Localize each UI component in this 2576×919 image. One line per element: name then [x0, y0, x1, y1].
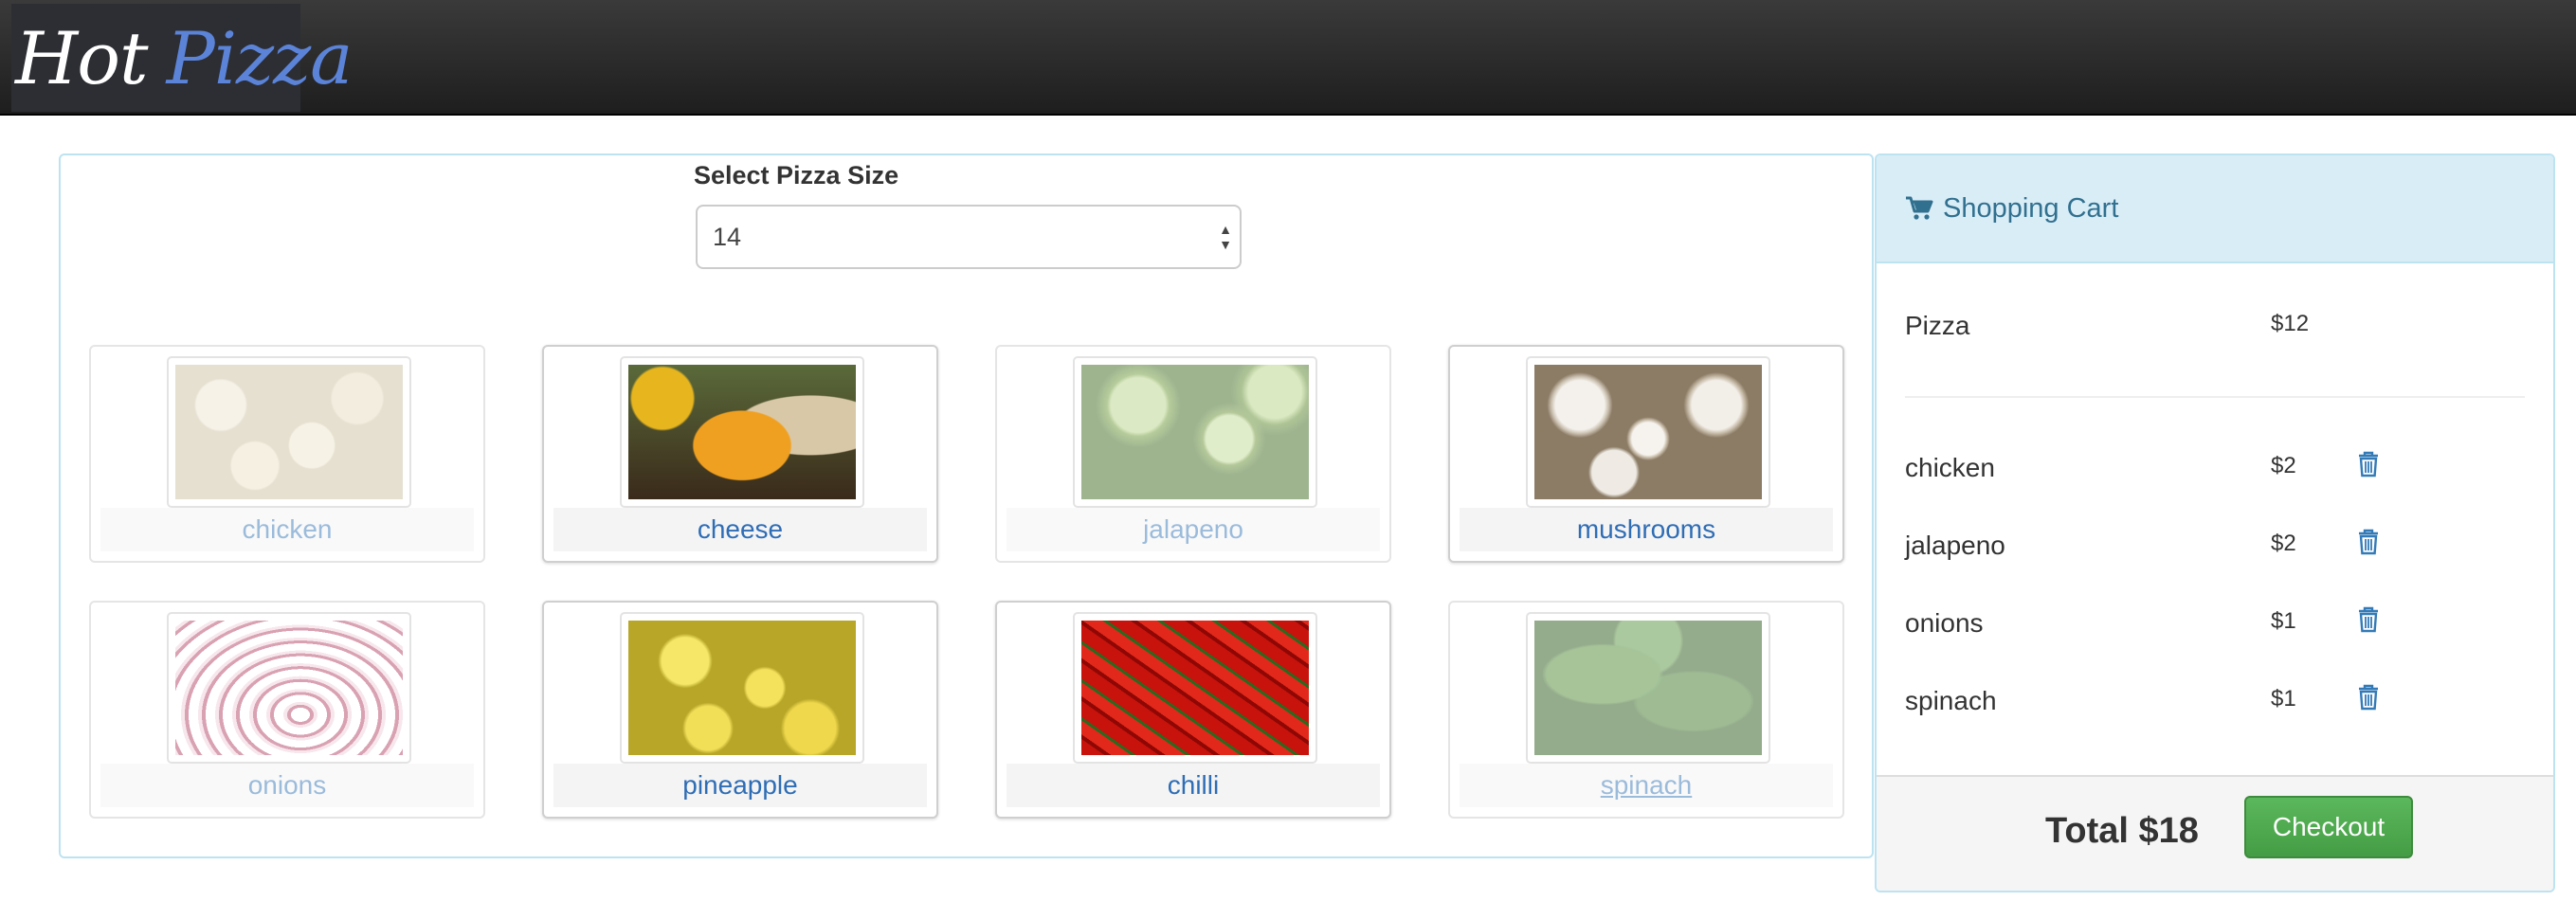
navbar: Hot Pizza	[0, 0, 2576, 116]
mushrooms-image	[1534, 365, 1762, 499]
cart-row-base: Pizza $12	[1905, 311, 2525, 349]
shopping-cart-panel: Shopping Cart Pizza $12 chicken $2 jalap…	[1875, 153, 2555, 892]
cart-header: Shopping Cart	[1877, 155, 2553, 263]
jalapeno-image	[1081, 365, 1309, 499]
cart-footer: Total $18 Checkout	[1877, 775, 2553, 891]
cart-title: Shopping Cart	[1943, 192, 2119, 224]
topping-thumbnail	[1526, 356, 1770, 508]
topping-tile-chicken[interactable]: chicken	[89, 345, 485, 563]
pizza-size-label: Select Pizza Size	[694, 161, 899, 189]
cart-item-price: $2	[2271, 453, 2296, 478]
brand-word-pizza: Pizza	[166, 15, 354, 100]
cart-item-price: $12	[2271, 311, 2310, 336]
chilli-image	[1081, 621, 1309, 755]
cart-item-price: $1	[2271, 686, 2296, 712]
topping-tile-pineapple[interactable]: pineapple	[542, 601, 938, 819]
pizza-size-value: 14	[713, 222, 742, 251]
topping-thumbnail	[620, 612, 864, 764]
pizza-builder-panel: Select Pizza Size 14 ▲ ▼ chicken cheese j…	[59, 153, 1874, 858]
topping-label: onions	[100, 764, 474, 807]
topping-thumbnail	[167, 356, 411, 508]
select-arrows-icon: ▲ ▼	[1219, 222, 1232, 252]
cart-total: Total $18	[2045, 811, 2199, 851]
cart-item-name: jalapeno	[1905, 531, 2005, 560]
topping-label: cheese	[553, 508, 927, 551]
topping-label: chilli	[1007, 764, 1380, 807]
topping-label: chicken	[100, 508, 474, 551]
pineapple-image	[628, 621, 856, 755]
topping-thumbnail	[1073, 356, 1317, 508]
cart-item-name: Pizza	[1905, 311, 1970, 340]
topping-label: mushrooms	[1460, 508, 1833, 551]
trash-icon[interactable]	[2358, 451, 2379, 478]
spinach-image	[1534, 621, 1762, 755]
cheese-image	[628, 365, 856, 499]
cart-item-name: chicken	[1905, 453, 1995, 482]
cart-row: spinach $1	[1905, 684, 2525, 724]
topping-label: spinach	[1460, 764, 1833, 807]
topping-thumbnail	[1526, 612, 1770, 764]
cart-row: onions $1	[1905, 606, 2525, 646]
topping-label: pineapple	[553, 764, 927, 807]
cart-item-name: onions	[1905, 608, 1984, 638]
onions-image	[175, 621, 403, 755]
cart-item-price: $2	[2271, 531, 2296, 556]
topping-tile-mushrooms[interactable]: mushrooms	[1448, 345, 1844, 563]
trash-icon[interactable]	[2358, 684, 2379, 711]
topping-tile-onions[interactable]: onions	[89, 601, 485, 819]
topping-tile-chilli[interactable]: chilli	[995, 601, 1391, 819]
trash-icon[interactable]	[2358, 606, 2379, 633]
brand-word-hot: Hot	[15, 15, 149, 100]
cart-divider	[1905, 396, 2525, 398]
topping-tile-spinach[interactable]: spinach	[1448, 601, 1844, 819]
cart-item-name: spinach	[1905, 686, 1997, 715]
topping-thumbnail	[167, 612, 411, 764]
cart-row: jalapeno $2	[1905, 529, 2525, 568]
topping-thumbnail	[1073, 612, 1317, 764]
trash-icon[interactable]	[2358, 529, 2379, 555]
pizza-size-select[interactable]: 14 ▲ ▼	[696, 205, 1242, 269]
topping-label: jalapeno	[1007, 508, 1380, 551]
cart-item-price: $1	[2271, 608, 2296, 634]
brand-logo[interactable]: Hot Pizza	[11, 4, 353, 112]
topping-tile-jalapeno[interactable]: jalapeno	[995, 345, 1391, 563]
chicken-image	[175, 365, 403, 499]
checkout-button[interactable]: Checkout	[2244, 796, 2413, 858]
topping-tile-cheese[interactable]: cheese	[542, 345, 938, 563]
shopping-cart-icon	[1906, 196, 1933, 220]
topping-thumbnail	[620, 356, 864, 508]
cart-row: chicken $2	[1905, 451, 2525, 491]
